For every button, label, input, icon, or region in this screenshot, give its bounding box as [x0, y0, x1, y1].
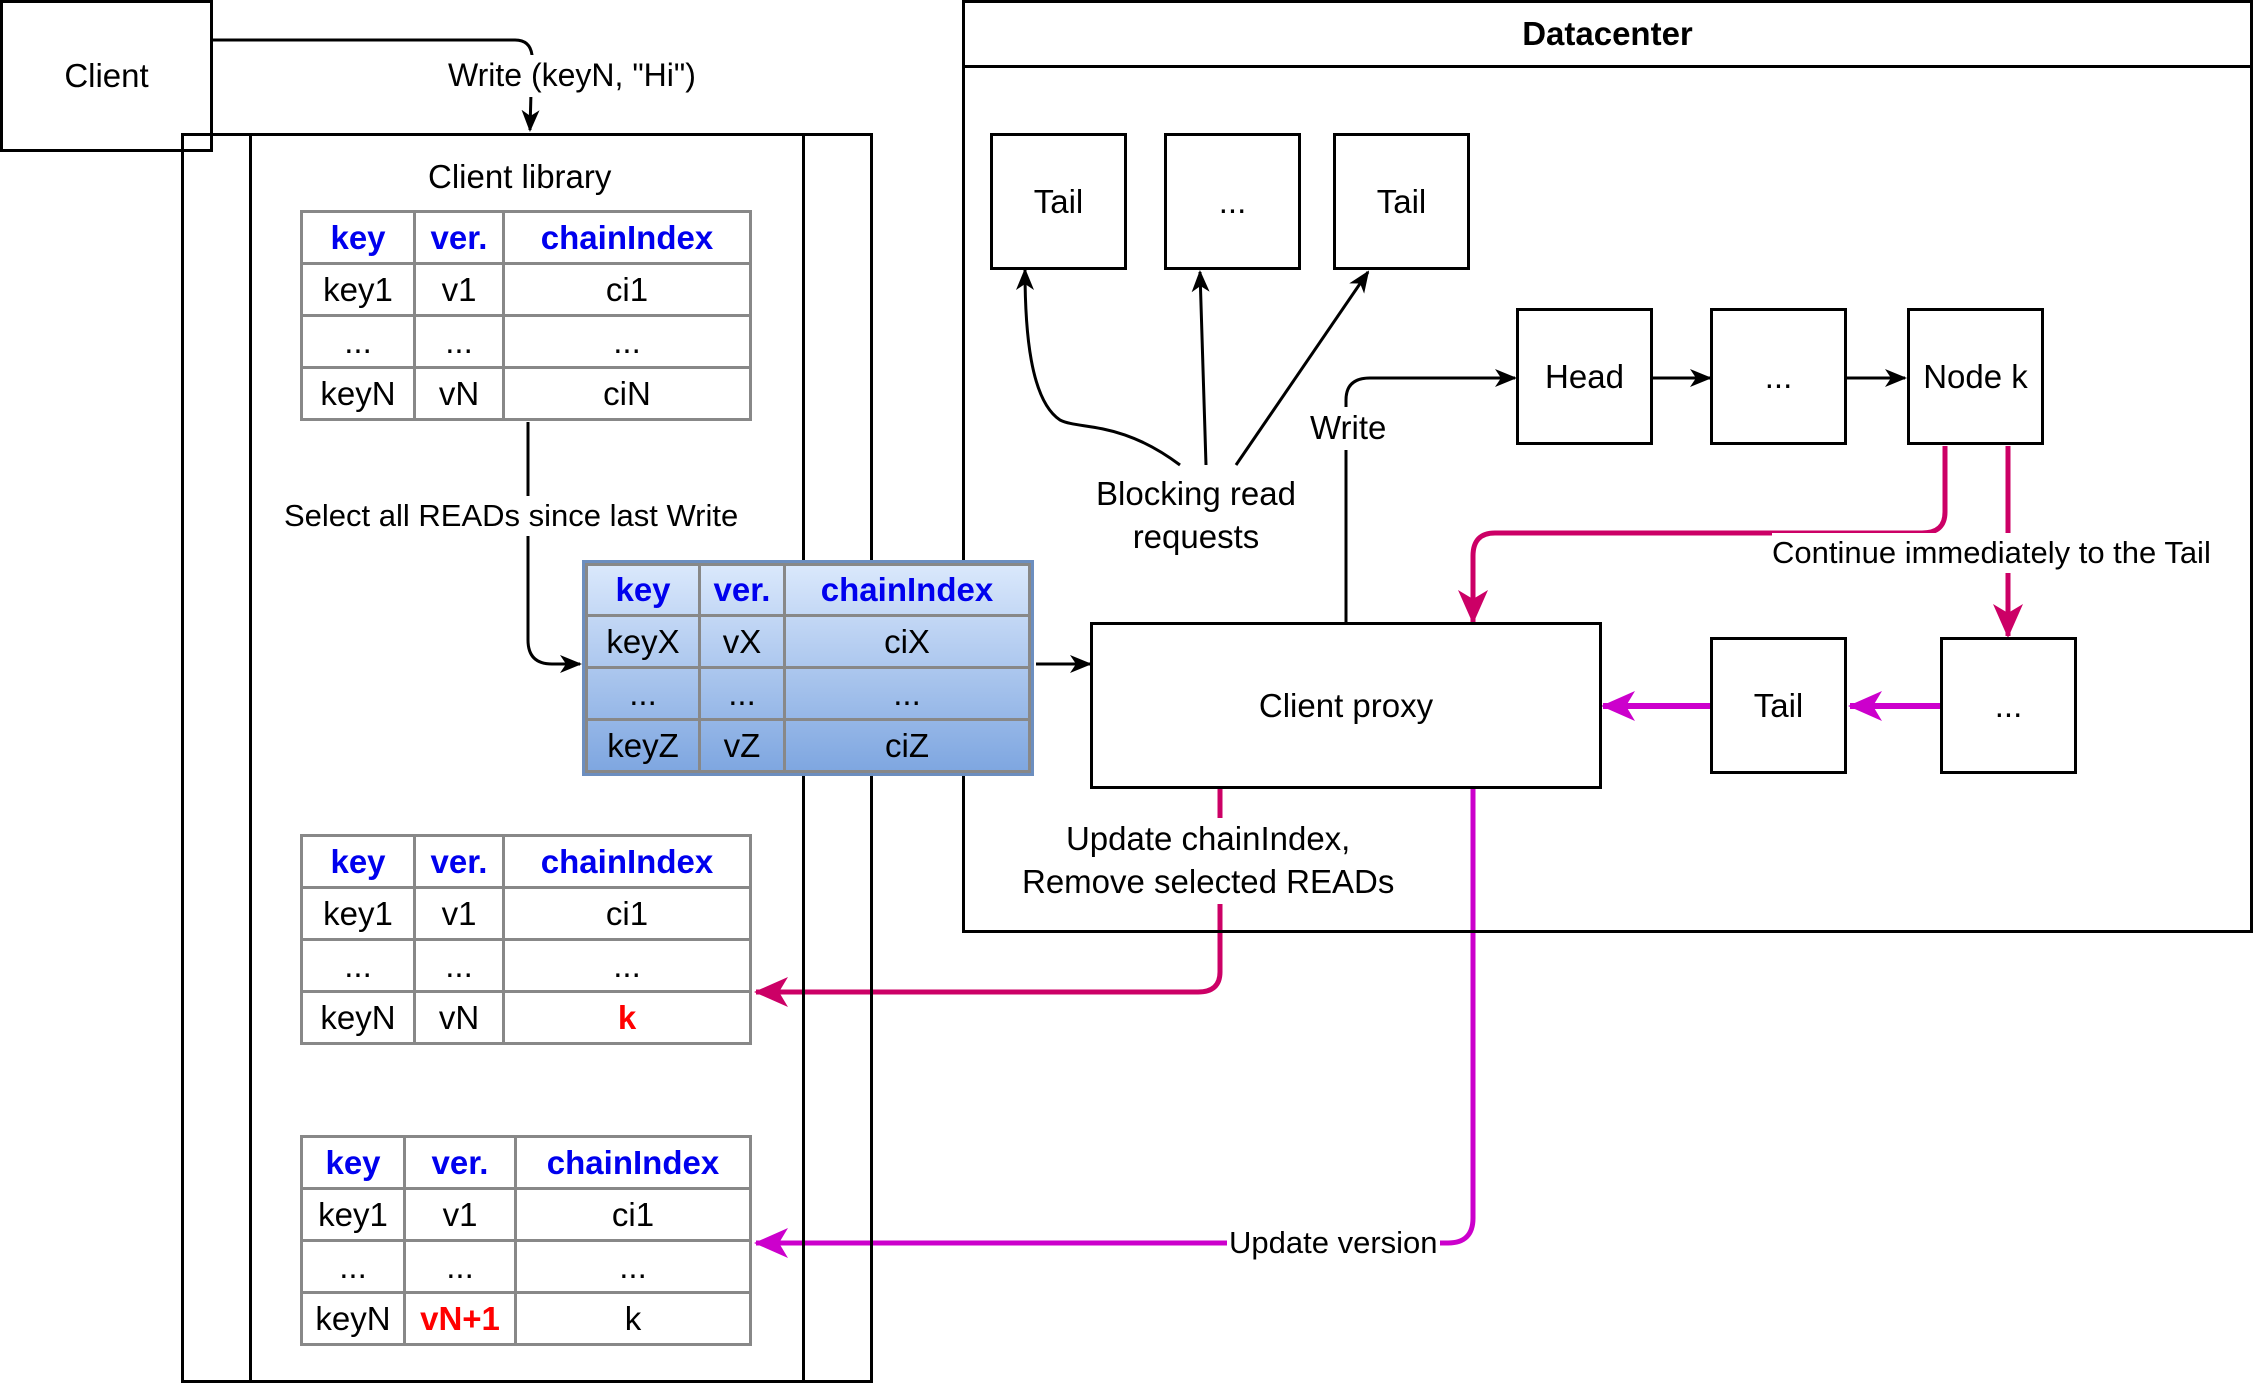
cell-chainindex: ci1 [502, 886, 752, 941]
table-row: ... ... ... [300, 938, 752, 993]
node-label: ... [1764, 357, 1793, 395]
table-selected-reads: key ver. chainIndex keyX vX ciX ... ... … [585, 563, 1031, 773]
read-tail-node-ellipsis: ... [1164, 133, 1301, 270]
column-header-key: key [300, 834, 416, 889]
table-row: ... ... ... [300, 1239, 752, 1294]
cell-key: ... [300, 314, 416, 369]
node-label: ... [1218, 182, 1247, 220]
column-header-chainindex: chainIndex [502, 834, 752, 889]
node-label: Node k [1923, 357, 2028, 395]
cell-key: ... [300, 938, 416, 993]
column-header-version: ver. [413, 834, 505, 889]
column-header-chainindex: chainIndex [514, 1135, 752, 1190]
cell-chainindex: ... [514, 1239, 752, 1294]
table-updated-version: key ver. chainIndex key1 v1 ci1 ... ... … [300, 1135, 752, 1346]
cell-key: ... [300, 1239, 406, 1294]
update-chainindex-label: Update chainIndex, Remove selected READs [1022, 818, 1395, 904]
update-version-label: Update version [1227, 1223, 1440, 1264]
table-row: keyN vN ciN [300, 366, 752, 421]
cell-version-updated: vN+1 [403, 1291, 517, 1346]
table-row: key1 v1 ci1 [300, 1187, 752, 1242]
table-row: keyZ vZ ciZ [585, 718, 1031, 773]
table-row: keyN vN k [300, 990, 752, 1045]
cell-version: ... [698, 666, 786, 721]
cell-key: keyN [300, 366, 416, 421]
cell-key: keyX [585, 614, 701, 669]
table-header-row: key ver. chainIndex [300, 210, 752, 265]
node-label: Head [1545, 357, 1624, 395]
table-row: key1 v1 ci1 [300, 886, 752, 941]
node-label: ... [1994, 686, 2023, 724]
read-tail-node-2: Tail [1333, 133, 1470, 270]
chain-pre-tail-node: ... [1940, 637, 2077, 774]
cell-version: ... [413, 314, 505, 369]
cell-chainindex: ciX [783, 614, 1031, 669]
continue-label: Continue immediately to the Tail [1772, 533, 2211, 574]
node-label: Tail [1376, 182, 1427, 220]
table-updated-chainindex: key ver. chainIndex key1 v1 ci1 ... ... … [300, 834, 752, 1045]
cell-chainindex: k [514, 1291, 752, 1346]
column-header-version: ver. [403, 1135, 517, 1190]
select-reads-label: Select all READs since last Write [284, 496, 739, 537]
cell-version: ... [403, 1239, 517, 1294]
table-row: key1 v1 ci1 [300, 262, 752, 317]
table-header-row: key ver. chainIndex [300, 1135, 752, 1190]
cell-key: keyN [300, 1291, 406, 1346]
column-header-key: key [585, 563, 701, 617]
cell-chainindex: ciZ [783, 718, 1031, 773]
cell-version: ... [413, 938, 505, 993]
cell-key: key1 [300, 886, 416, 941]
node-k: Node k [1907, 308, 2044, 445]
client-node: Client [0, 0, 213, 152]
head-node: Head [1516, 308, 1653, 445]
cell-chainindex: ci1 [502, 262, 752, 317]
cell-version: vZ [698, 718, 786, 773]
cell-chainindex: ... [783, 666, 1031, 721]
column-header-key: key [300, 210, 416, 265]
cell-key: key1 [300, 262, 416, 317]
cell-chainindex-updated: k [502, 990, 752, 1045]
client-proxy-node: Client proxy [1090, 622, 1602, 789]
column-header-chainindex: chainIndex [502, 210, 752, 265]
client-library-left-rail [249, 133, 252, 1383]
cell-version: v1 [413, 262, 505, 317]
column-header-chainindex: chainIndex [783, 563, 1031, 617]
column-header-key: key [300, 1135, 406, 1190]
write-request-label: Write (keyN, "Hi") [448, 55, 696, 97]
cell-version: v1 [413, 886, 505, 941]
chain-tail-node: Tail [1710, 637, 1847, 774]
read-tail-node-1: Tail [990, 133, 1127, 270]
chain-middle-node: ... [1710, 308, 1847, 445]
cell-version: vN [413, 990, 505, 1045]
cell-key: key1 [300, 1187, 406, 1242]
cell-key: keyN [300, 990, 416, 1045]
cell-chainindex: ... [502, 938, 752, 993]
datacenter-title: Datacenter [962, 0, 2253, 68]
client-library-title: Client library [428, 158, 612, 195]
column-header-version: ver. [698, 563, 786, 617]
column-header-version: ver. [413, 210, 505, 265]
table-row: keyN vN+1 k [300, 1291, 752, 1346]
client-label: Client [64, 57, 149, 94]
table-row: keyX vX ciX [585, 614, 1031, 669]
cell-version: vN [413, 366, 505, 421]
table-row: ... ... ... [300, 314, 752, 369]
table-header-row: key ver. chainIndex [585, 563, 1031, 617]
datacenter-container [962, 0, 2253, 933]
cell-chainindex: ci1 [514, 1187, 752, 1242]
cell-chainindex: ... [502, 314, 752, 369]
node-label: Tail [1033, 182, 1084, 220]
write-label: Write [1310, 407, 1387, 450]
cell-version: v1 [403, 1187, 517, 1242]
cell-chainindex: ciN [502, 366, 752, 421]
table-initial: key ver. chainIndex key1 v1 ci1 ... ... … [300, 210, 752, 421]
client-proxy-label: Client proxy [1258, 686, 1434, 724]
node-label: Tail [1753, 686, 1804, 724]
cell-version: vX [698, 614, 786, 669]
table-row: ... ... ... [585, 666, 1031, 721]
blocking-read-label: Blocking read requests [1096, 473, 1296, 559]
cell-key: ... [585, 666, 701, 721]
cell-key: keyZ [585, 718, 701, 773]
table-header-row: key ver. chainIndex [300, 834, 752, 889]
